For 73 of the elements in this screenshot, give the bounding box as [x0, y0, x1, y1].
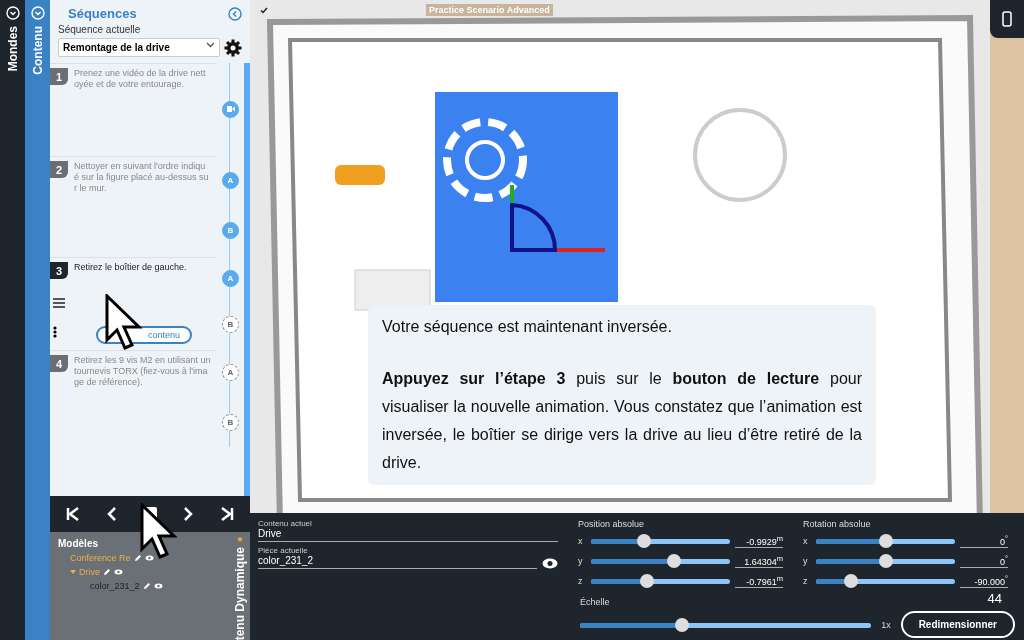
slider-thumb[interactable] — [636, 533, 651, 548]
group-title: Position absolue — [578, 519, 646, 529]
slider[interactable] — [591, 533, 730, 548]
step-number[interactable]: 4 — [50, 355, 68, 372]
collapse-icon[interactable] — [228, 6, 242, 21]
slider-thumb[interactable] — [639, 573, 654, 588]
menu-icon[interactable] — [53, 298, 65, 308]
slider[interactable] — [816, 553, 955, 568]
step-number[interactable]: 2 — [50, 161, 68, 178]
axis-label: z — [803, 575, 809, 586]
step-number[interactable]: 3 — [50, 262, 68, 279]
video-marker-icon[interactable] — [222, 100, 239, 118]
value-field[interactable]: -90.000$^{°}$ — [960, 573, 1008, 588]
timeline-marker[interactable]: A — [222, 363, 239, 381]
scale-value: 1x — [881, 619, 891, 630]
resize-button[interactable]: Redimensionner — [900, 611, 1015, 638]
value-field[interactable]: -0.7961$^{m}$ — [735, 573, 783, 588]
page-number: 44 — [987, 591, 1002, 606]
axis-label: y — [803, 555, 809, 566]
sequence-dropdown[interactable]: Remontage de la drive — [58, 38, 220, 57]
side-tab[interactable]: tenu Dynamique — [233, 546, 247, 640]
message-text: Appuyez sur l’étape 3 puis sur le bouton de lecture pour visualiser la nouvelle animation. Vous constatez que l’animation est inversée, le boîtier se dirige vers la drive au lieu d’être retiré de la drive. — [382, 369, 862, 473]
slider-thumb[interactable] — [878, 553, 893, 568]
timeline-marker[interactable]: B — [222, 413, 239, 431]
chevron-circle-icon[interactable] — [5, 6, 20, 20]
phone-icon[interactable] — [1002, 11, 1012, 27]
star-icon[interactable] — [234, 536, 246, 543]
axis-label: x — [578, 535, 584, 546]
pointer-cursor-icon — [140, 503, 180, 559]
message-text: Votre séquence est maintenant inversée. — [382, 317, 673, 337]
pointer-cursor-icon — [105, 294, 145, 350]
toolbar-title: Practice Scenario Advanced — [426, 4, 553, 16]
value-field[interactable]: 0$^{°}$ — [960, 553, 1008, 568]
group-title: Rotation absolue — [803, 519, 872, 529]
slider-thumb[interactable] — [878, 533, 893, 548]
step-text[interactable]: Retirez le boîtier de gauche. — [74, 262, 187, 279]
chevron-down-icon — [206, 42, 215, 48]
axis-label: y — [578, 555, 584, 566]
timeline-marker[interactable]: B — [222, 315, 239, 333]
eye-icon[interactable] — [542, 558, 558, 569]
slider-thumb[interactable] — [667, 553, 682, 568]
value-field[interactable]: 1.64304$^{m}$ — [735, 553, 783, 568]
slider-thumb[interactable] — [843, 573, 858, 588]
axis-label: z — [578, 575, 584, 586]
pencil-icon[interactable] — [133, 554, 142, 562]
step-text[interactable]: Nettoyer en suivant l'ordre indiqu é sur la figure placé au-dessus su r le mur. — [74, 161, 212, 194]
slider-thumb[interactable] — [674, 617, 689, 632]
step-text[interactable]: Prenez une vidéo de la drive nett oyée et de votre entourage. — [74, 68, 212, 90]
slider[interactable] — [816, 533, 955, 548]
axis-label: x — [803, 535, 809, 546]
caret-icon[interactable] — [70, 570, 76, 574]
check-icon[interactable] — [260, 6, 268, 14]
step-text[interactable]: Retirez les 9 vis M2 en utilisant un tournevis TORX (fiez-vous à l'ima ge de référence). — [74, 355, 212, 388]
side-tab[interactable]: Mondes — [5, 26, 20, 72]
settings-icon[interactable] — [224, 38, 242, 57]
slider[interactable] — [591, 573, 730, 588]
group-title: Échelle — [580, 597, 610, 607]
tree-item[interactable]: color_231_2 — [90, 581, 140, 591]
models-title: Modèles — [58, 538, 99, 549]
slider[interactable] — [816, 573, 955, 588]
content-field[interactable]: Contenu actuel Drive — [258, 519, 558, 542]
pencil-icon[interactable] — [142, 582, 151, 590]
pencil-icon[interactable] — [103, 568, 111, 576]
value-field[interactable]: 0$^{°}$ — [960, 533, 1008, 548]
more-icon[interactable] — [53, 326, 57, 338]
step-number[interactable]: 1 — [50, 68, 68, 85]
field-label: Séquence actuelle — [58, 24, 142, 35]
part-field[interactable]: Pièce actuelle color_231_2 — [258, 546, 537, 569]
side-tab[interactable]: Contenu — [30, 26, 45, 75]
slider[interactable] — [580, 617, 872, 632]
panel-title: Séquences — [68, 6, 137, 21]
slider[interactable] — [591, 553, 730, 568]
value-field[interactable]: -0.9929$^{m}$ — [735, 533, 783, 548]
